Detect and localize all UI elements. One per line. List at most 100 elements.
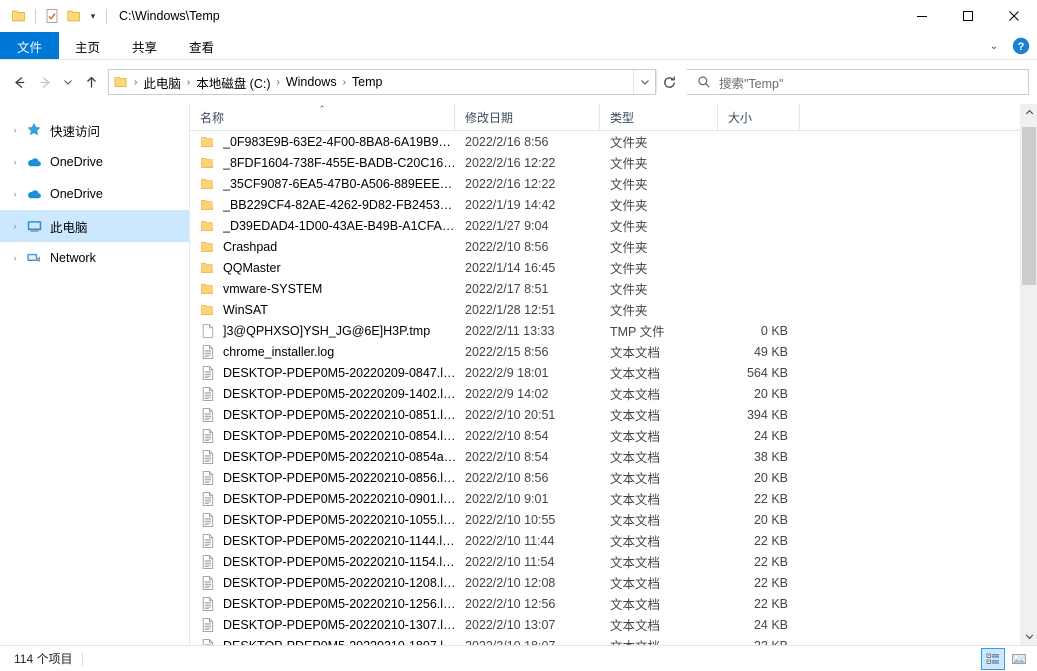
cell-name: DESKTOP-PDEP0M5-20220210-1307.l… — [190, 617, 455, 633]
cell-type: TMP 文件 — [600, 321, 718, 340]
large-icons-view-button[interactable] — [1007, 648, 1031, 670]
sidebar-item-quick-access[interactable]: › 快速访问 — [0, 114, 190, 146]
cell-modified-date: 2022/2/10 8:54 — [455, 429, 600, 443]
expand-chevron-icon[interactable]: › — [6, 217, 24, 235]
column-header-type[interactable]: 类型 — [600, 104, 718, 130]
sidebar-item-onedrive-2[interactable]: › OneDrive — [0, 178, 190, 210]
tab-view[interactable]: 查看 — [173, 32, 230, 60]
maximize-button[interactable] — [945, 0, 991, 32]
search-input[interactable]: 搜索"Temp" — [719, 73, 783, 92]
table-row[interactable]: DESKTOP-PDEP0M5-20220210-1144.l…2022/2/1… — [190, 530, 1020, 551]
column-header-name[interactable]: 名称 ⌃ — [190, 104, 455, 130]
address-input[interactable]: › 此电脑 › 本地磁盘 (C:) › Windows › Temp — [108, 69, 656, 95]
sidebar-label-onedrive-2: OneDrive — [50, 187, 103, 201]
table-row[interactable]: DESKTOP-PDEP0M5-20220210-0854.l…2022/2/1… — [190, 425, 1020, 446]
tab-share[interactable]: 共享 — [116, 32, 173, 60]
expand-chevron-icon[interactable]: › — [6, 185, 24, 203]
table-row[interactable]: _D39EDAD4-1D00-43AE-B49B-A1CFA…2022/1/27… — [190, 215, 1020, 236]
breadcrumb-item-windows[interactable]: Windows — [283, 75, 340, 89]
table-row[interactable]: _0F983E9B-63E2-4F00-8BA8-6A19B9…2022/2/1… — [190, 131, 1020, 152]
column-header-date[interactable]: 修改日期 — [455, 104, 600, 130]
column-label-name: 名称 — [200, 109, 224, 126]
table-row[interactable]: DESKTOP-PDEP0M5-20220210-1256.l…2022/2/1… — [190, 593, 1020, 614]
table-row[interactable]: ]3@QPHXSO]YSH_JG@6E]H3P.tmp2022/2/11 13:… — [190, 320, 1020, 341]
table-row[interactable]: DESKTOP-PDEP0M5-20220210-0856.l…2022/2/1… — [190, 467, 1020, 488]
text-file-icon — [200, 554, 216, 570]
table-row[interactable]: DESKTOP-PDEP0M5-20220210-1055.l…2022/2/1… — [190, 509, 1020, 530]
table-row[interactable]: _BB229CF4-82AE-4262-9D82-FB2453…2022/1/1… — [190, 194, 1020, 215]
status-separator — [82, 652, 83, 666]
table-row[interactable]: _8FDF1604-738F-455E-BADB-C20C16…2022/2/1… — [190, 152, 1020, 173]
help-icon[interactable]: ? — [1011, 36, 1031, 56]
table-row[interactable]: DESKTOP-PDEP0M5-20220210-1307.l…2022/2/1… — [190, 614, 1020, 635]
column-header-filler — [800, 104, 1020, 130]
close-button[interactable] — [991, 0, 1037, 32]
cell-name: DESKTOP-PDEP0M5-20220210-1144.l… — [190, 533, 455, 549]
cell-name: DESKTOP-PDEP0M5-20220210-1055.l… — [190, 512, 455, 528]
cell-size: 24 KB — [718, 429, 800, 443]
table-row[interactable]: DESKTOP-PDEP0M5-20220210-0901.l…2022/2/1… — [190, 488, 1020, 509]
cell-type: 文件夹 — [600, 132, 718, 151]
scroll-up-icon[interactable] — [1021, 104, 1037, 121]
folder-icon[interactable] — [8, 5, 30, 27]
table-row[interactable]: DESKTOP-PDEP0M5-20220210-0854a…2022/2/10… — [190, 446, 1020, 467]
search-box[interactable]: 搜索"Temp" — [687, 69, 1029, 95]
refresh-button[interactable] — [656, 70, 682, 94]
scrollbar-thumb[interactable] — [1022, 127, 1036, 285]
table-row[interactable]: _35CF9087-6EA5-47B0-A506-889EEE…2022/2/1… — [190, 173, 1020, 194]
breadcrumb-item-this-pc[interactable]: 此电脑 — [140, 73, 184, 92]
view-mode-buttons — [981, 646, 1031, 671]
new-folder-icon[interactable] — [63, 5, 85, 27]
ribbon-tab-bar: 文件 主页 共享 查看 ⌄ ? — [0, 32, 1037, 60]
cell-modified-date: 2022/2/10 12:56 — [455, 597, 600, 611]
expand-chevron-icon[interactable]: › — [6, 153, 24, 171]
file-name-label: DESKTOP-PDEP0M5-20220210-1154.l… — [223, 555, 455, 569]
address-dropdown-caret-icon[interactable] — [633, 70, 655, 94]
up-button[interactable] — [78, 69, 104, 95]
expand-chevron-icon[interactable]: › — [6, 249, 24, 267]
sidebar-item-this-pc[interactable]: › 此电脑 — [0, 210, 190, 242]
sidebar-item-onedrive-1[interactable]: › OneDrive — [0, 146, 190, 178]
cell-size: 20 KB — [718, 471, 800, 485]
scrollbar-track[interactable] — [1021, 121, 1037, 628]
cell-type: 文本文档 — [600, 468, 718, 487]
back-button[interactable] — [6, 69, 32, 95]
cell-name: DESKTOP-PDEP0M5-20220209-1402.l… — [190, 386, 455, 402]
table-row[interactable]: DESKTOP-PDEP0M5-20220210-0851.l…2022/2/1… — [190, 404, 1020, 425]
table-row[interactable]: Crashpad2022/2/10 8:56文件夹 — [190, 236, 1020, 257]
table-row[interactable]: WinSAT2022/1/28 12:51文件夹 — [190, 299, 1020, 320]
chevron-down-icon[interactable]: ⌄ — [985, 36, 1003, 56]
cell-modified-date: 2022/2/17 8:51 — [455, 282, 600, 296]
cell-size: 24 KB — [718, 618, 800, 632]
column-header-size[interactable]: 大小 — [718, 104, 800, 130]
properties-icon[interactable] — [41, 5, 63, 27]
sidebar-item-network[interactable]: › Network — [0, 242, 190, 274]
table-row[interactable]: vmware-SYSTEM2022/2/17 8:51文件夹 — [190, 278, 1020, 299]
table-row[interactable]: QQMaster2022/1/14 16:45文件夹 — [190, 257, 1020, 278]
text-file-icon — [200, 575, 216, 591]
cell-modified-date: 2022/2/11 13:33 — [455, 324, 600, 338]
customize-qat-caret-icon[interactable]: ▾ — [85, 5, 101, 27]
table-row[interactable]: DESKTOP-PDEP0M5-20220210-1807.l…2022/2/1… — [190, 635, 1020, 645]
table-row[interactable]: DESKTOP-PDEP0M5-20220209-1402.l…2022/2/9… — [190, 383, 1020, 404]
expand-chevron-icon[interactable]: › — [6, 121, 24, 139]
sidebar-label-onedrive-1: OneDrive — [50, 155, 103, 169]
table-row[interactable]: DESKTOP-PDEP0M5-20220210-1208.l…2022/2/1… — [190, 572, 1020, 593]
forward-button[interactable] — [32, 69, 58, 95]
recent-locations-button[interactable] — [58, 69, 78, 95]
scroll-down-icon[interactable] — [1021, 628, 1037, 645]
breadcrumb-item-local-disk[interactable]: 本地磁盘 (C:) — [193, 73, 273, 92]
details-view-button[interactable] — [981, 648, 1005, 670]
tab-file[interactable]: 文件 — [0, 32, 59, 60]
cell-name: DESKTOP-PDEP0M5-20220210-1208.l… — [190, 575, 455, 591]
breadcrumb-item-temp[interactable]: Temp — [349, 75, 386, 89]
vertical-scrollbar[interactable] — [1020, 104, 1037, 645]
table-row[interactable]: chrome_installer.log2022/2/15 8:56文本文档49… — [190, 341, 1020, 362]
table-row[interactable]: DESKTOP-PDEP0M5-20220209-0847.l…2022/2/9… — [190, 362, 1020, 383]
table-row[interactable]: DESKTOP-PDEP0M5-20220210-1154.l…2022/2/1… — [190, 551, 1020, 572]
text-file-icon — [200, 512, 216, 528]
cell-size: 22 KB — [718, 534, 800, 548]
tab-home[interactable]: 主页 — [59, 32, 116, 60]
minimize-button[interactable] — [899, 0, 945, 32]
cell-name: _D39EDAD4-1D00-43AE-B49B-A1CFA… — [190, 218, 455, 234]
